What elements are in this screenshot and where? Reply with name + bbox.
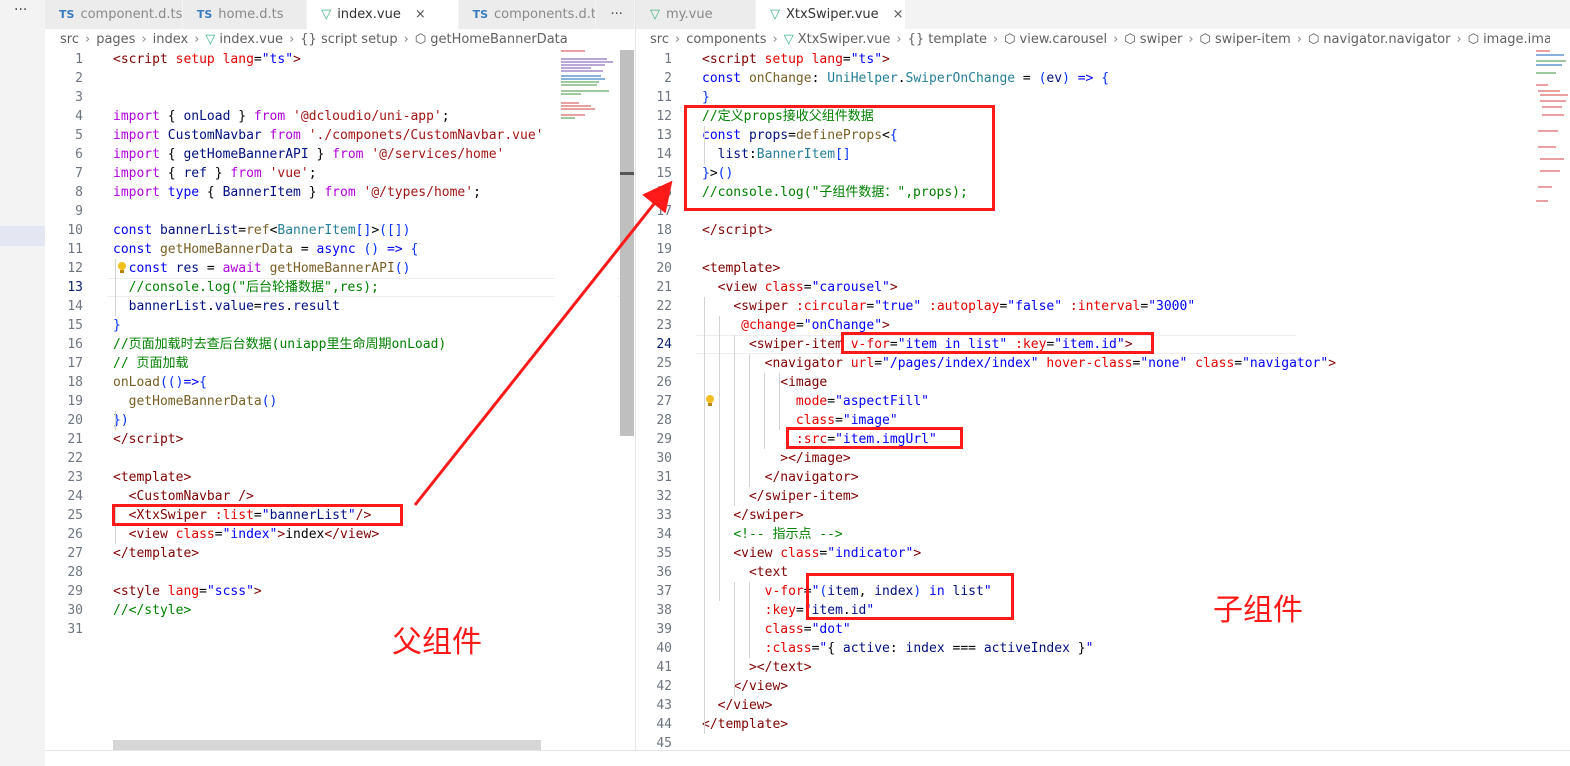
- lightbulb-icon[interactable]: [117, 261, 127, 274]
- arrow-line: [413, 180, 673, 506]
- child-component-label: 子组件: [1213, 593, 1303, 628]
- parent-component-label: 父组件: [392, 625, 482, 660]
- annotation-arrow: [413, 180, 673, 506]
- lightbulb-icon[interactable]: [705, 394, 715, 407]
